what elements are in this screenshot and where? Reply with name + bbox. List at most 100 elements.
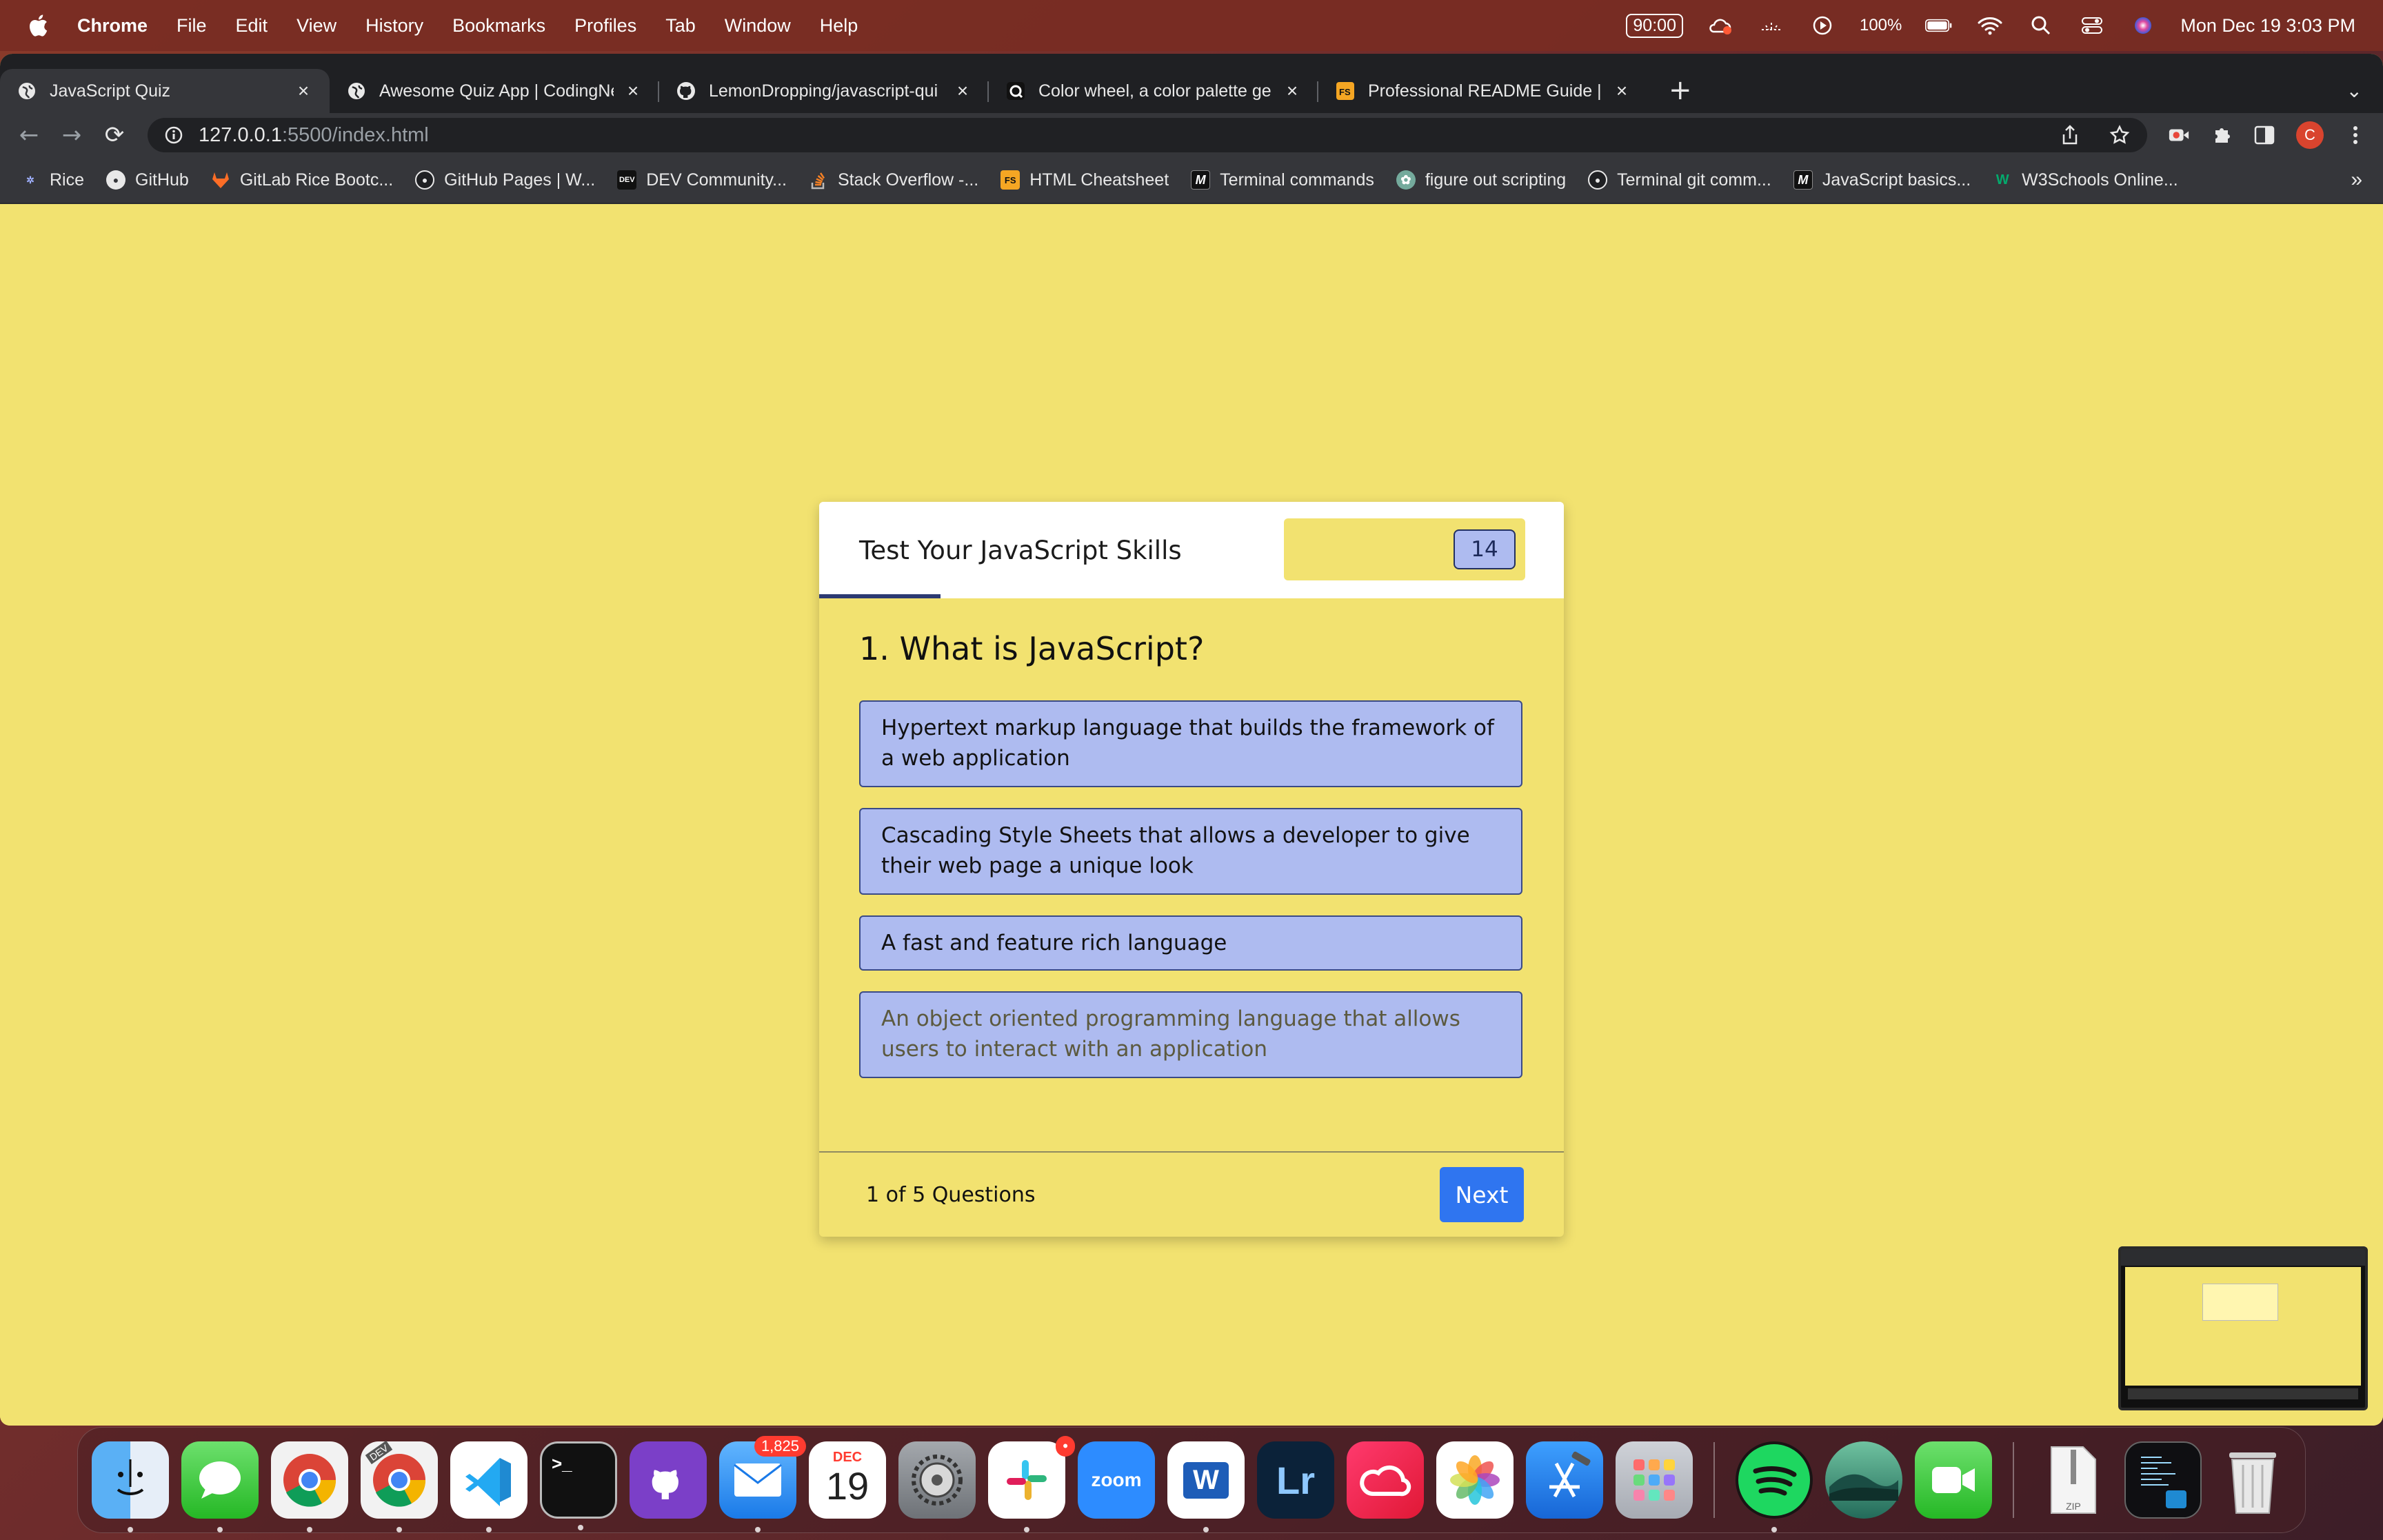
chrome-dev-icon[interactable]: DEV [361, 1440, 438, 1532]
battery-icon[interactable] [1925, 15, 1953, 36]
side-panel-icon[interactable] [2253, 124, 2275, 146]
close-tab-icon[interactable]: × [623, 81, 643, 101]
bookmark-html-cheatsheet[interactable]: FS HTML Cheatsheet [1001, 170, 1169, 190]
running-indicator [396, 1527, 402, 1532]
close-tab-icon[interactable]: × [953, 81, 972, 101]
menu-history[interactable]: History [365, 15, 423, 37]
close-tab-icon[interactable]: × [294, 81, 313, 101]
spotify-icon[interactable] [1736, 1441, 1813, 1532]
screen-recorder-extension-icon[interactable] [2168, 124, 2190, 146]
github-desktop-icon[interactable] [630, 1441, 707, 1519]
tab-search-chevron-icon[interactable]: ⌄ [2346, 79, 2362, 102]
play-icon[interactable] [1809, 15, 1836, 36]
next-button[interactable]: Next [1440, 1167, 1524, 1222]
site-info-icon[interactable] [164, 125, 183, 145]
option-3[interactable]: A fast and feature rich language [859, 915, 1522, 971]
menu-view[interactable]: View [296, 15, 336, 37]
cloud-status-icon[interactable] [1707, 15, 1734, 36]
forward-button[interactable]: → [58, 121, 86, 149]
launchpad-icon[interactable] [1616, 1441, 1693, 1519]
option-1[interactable]: Hypertext markup language that builds th… [859, 700, 1522, 787]
bookmark-terminal-commands[interactable]: M Terminal commands [1191, 170, 1374, 190]
profile-avatar[interactable]: C [2296, 121, 2324, 149]
finder-icon[interactable] [92, 1441, 169, 1532]
trash-icon[interactable] [2214, 1441, 2291, 1519]
menu-profiles[interactable]: Profiles [574, 15, 636, 37]
address-bar[interactable]: 127.0.0.1:5500/index.html [148, 118, 2147, 152]
siri-icon[interactable] [2129, 15, 2157, 36]
calendar-icon[interactable]: DEC 19 [809, 1441, 886, 1519]
zoom-icon[interactable]: zoom [1078, 1441, 1155, 1519]
slack-icon[interactable]: • [988, 1436, 1075, 1532]
wifi-icon[interactable] [1976, 15, 2004, 36]
creative-cloud-icon[interactable] [1347, 1441, 1424, 1519]
back-button[interactable]: ← [15, 121, 43, 149]
terminal-icon[interactable]: >_ [540, 1441, 617, 1530]
bookmarks-bar: ✲ Rice ● GitHub GitLab Rice Bootc... ● G… [0, 157, 2383, 204]
word-icon[interactable]: W [1167, 1441, 1245, 1532]
tab-title: LemonDropping/javascript-qui [709, 81, 938, 101]
tab-readme-guide[interactable]: FS Professional README Guide | T × [1318, 69, 1648, 113]
share-icon[interactable] [2059, 124, 2081, 146]
bookmark-gitlab[interactable]: GitLab Rice Bootc... [211, 170, 393, 190]
spotlight-search-icon[interactable] [2027, 15, 2055, 36]
chrome-menu-icon[interactable] [2344, 124, 2366, 146]
bookmark-figure-out-scripting[interactable]: ✿ figure out scripting [1396, 170, 1566, 190]
tab-javascript-quiz[interactable]: JavaScript Quiz × [0, 69, 330, 113]
tab-awesome-quiz[interactable]: Awesome Quiz App | CodingNe × [330, 69, 659, 113]
macos-installer-icon[interactable] [1825, 1441, 1902, 1519]
bookmarks-overflow-icon[interactable]: » [2351, 168, 2362, 192]
bookmark-star-icon[interactable] [2109, 124, 2131, 146]
messages-icon[interactable] [181, 1441, 259, 1532]
bookmark-w3schools[interactable]: W W3Schools Online... [1993, 170, 2178, 190]
option-2[interactable]: Cascading Style Sheets that allows a dev… [859, 808, 1522, 895]
control-center-icon[interactable] [2078, 15, 2106, 36]
menu-tab[interactable]: Tab [665, 15, 696, 37]
tab-color-wheel[interactable]: Color wheel, a color palette ge × [989, 69, 1318, 113]
menu-app-name[interactable]: Chrome [77, 15, 148, 37]
chrome-icon[interactable] [271, 1441, 348, 1532]
menu-edit[interactable]: Edit [236, 15, 268, 37]
timer-area: 14 [1284, 518, 1525, 580]
lightroom-icon[interactable]: Lr [1257, 1441, 1334, 1519]
close-tab-icon[interactable]: × [1612, 81, 1631, 101]
mail-icon[interactable]: 1,825 [719, 1436, 806, 1532]
bookmark-stack-overflow[interactable]: Stack Overflow -... [809, 170, 978, 190]
system-settings-icon[interactable] [898, 1441, 976, 1519]
bookmark-dev-community[interactable]: DEV DEV Community... [617, 170, 787, 190]
menu-bookmarks[interactable]: Bookmarks [452, 15, 545, 37]
battery-percent: 100% [1859, 16, 1902, 34]
zip-file-icon[interactable]: ZIP [2035, 1441, 2112, 1519]
bookmark-label: HTML Cheatsheet [1029, 170, 1169, 190]
menu-window[interactable]: Window [725, 15, 791, 37]
menu-help[interactable]: Help [820, 15, 858, 37]
xcode-icon[interactable] [1526, 1441, 1603, 1519]
bookmark-github[interactable]: ● GitHub [106, 170, 189, 190]
running-indicator [128, 1527, 133, 1532]
bookmark-javascript-basics[interactable]: M JavaScript basics... [1793, 170, 1971, 190]
tab-github-repo[interactable]: LemonDropping/javascript-qui × [659, 69, 989, 113]
new-tab-button[interactable]: + [1669, 74, 1692, 106]
screenshot-thumbnail[interactable] [2118, 1246, 2368, 1410]
bookmark-rice[interactable]: ✲ Rice [21, 170, 84, 190]
word-label: W [1183, 1461, 1229, 1499]
photos-icon[interactable] [1436, 1441, 1514, 1519]
bookmark-label: figure out scripting [1425, 170, 1567, 190]
close-tab-icon[interactable]: × [1283, 81, 1302, 101]
bookmark-github-pages[interactable]: ● GitHub Pages | W... [415, 170, 595, 190]
status-timer[interactable]: 90:00 [1626, 13, 1683, 38]
extensions-puzzle-icon[interactable] [2211, 124, 2233, 146]
screenshot-file-icon[interactable] [2124, 1441, 2202, 1519]
weather-icon[interactable] [1758, 15, 1785, 36]
bookmark-terminal-git[interactable]: ● Terminal git comm... [1588, 170, 1771, 190]
vscode-icon[interactable] [450, 1441, 527, 1532]
option-4[interactable]: An object oriented programming language … [859, 991, 1522, 1078]
fs-icon: FS [1001, 170, 1020, 190]
facetime-icon[interactable] [1915, 1441, 1992, 1519]
zoom-label: zoom [1091, 1469, 1142, 1490]
reload-button[interactable]: ⟳ [101, 121, 128, 149]
menu-file[interactable]: File [177, 15, 207, 37]
thumbnail-dock [2128, 1388, 2358, 1399]
clock-datetime[interactable]: Mon Dec 19 3:03 PM [2180, 15, 2355, 37]
apple-menu-icon[interactable] [28, 14, 48, 37]
